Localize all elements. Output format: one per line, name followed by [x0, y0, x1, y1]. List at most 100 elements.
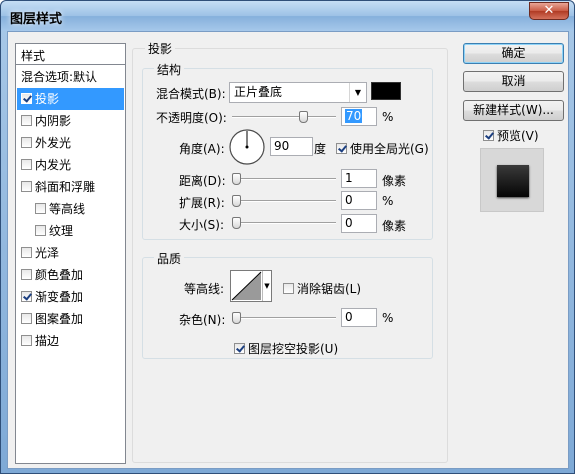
use-global-light-option[interactable]: 使用全局光(G) — [336, 140, 429, 157]
contour-picker[interactable]: ▼ — [230, 270, 272, 302]
preview-label: 预览(V) — [497, 129, 539, 143]
style-enable-checkbox[interactable] — [21, 291, 32, 302]
noise-label: 杂色(N): — [179, 313, 226, 327]
contour-preview-icon — [231, 271, 262, 301]
chevron-down-icon: ▼ — [349, 83, 366, 102]
size-slider-thumb[interactable] — [232, 217, 241, 229]
style-list-item[interactable]: 光泽 — [17, 242, 124, 264]
antialias-option[interactable]: 消除锯齿(L) — [283, 280, 361, 297]
style-list-item[interactable]: 投影 — [17, 88, 124, 110]
style-list-item-label: 内发光 — [35, 158, 72, 172]
noise-slider-thumb[interactable] — [232, 312, 241, 324]
new-style-button[interactable]: 新建样式(W)... — [463, 100, 564, 121]
chevron-down-icon: ▼ — [262, 271, 271, 301]
spread-label: 扩展(R): — [179, 196, 225, 210]
style-enable-checkbox[interactable] — [21, 181, 32, 192]
style-enable-checkbox[interactable] — [21, 313, 32, 324]
noise-slider[interactable] — [232, 312, 336, 324]
size-slider[interactable] — [232, 217, 336, 229]
angle-label: 角度(A): — [179, 142, 225, 156]
style-list-item[interactable]: 内阴影 — [17, 110, 124, 132]
opacity-slider-thumb[interactable] — [298, 111, 308, 123]
blend-mode-select[interactable]: 正片叠底 ▼ — [229, 82, 367, 103]
layer-style-dialog: 图层样式 ✕ 样式 混合选项:默认 投影 内阴影 外发光 内发光 斜面和浮雕 等高线 纹理 光泽… — [0, 0, 575, 474]
opacity-input[interactable]: 70 — [341, 107, 377, 126]
preview-option[interactable]: 预览(V) — [483, 127, 539, 144]
knockout-checkbox[interactable] — [234, 343, 245, 354]
angle-unit: 度 — [314, 142, 327, 156]
distance-label: 距离(D): — [179, 174, 226, 188]
close-button[interactable]: ✕ — [529, 2, 569, 20]
style-enable-checkbox[interactable] — [35, 203, 46, 214]
angle-input[interactable]: 90 — [270, 137, 313, 156]
styles-list: 样式 混合选项:默认 投影内阴影外发光内发光斜面和浮雕等高线纹理光泽颜色叠加渐变叠… — [15, 43, 126, 464]
knockout-option[interactable]: 图层挖空投影(U) — [234, 340, 338, 357]
style-list-item[interactable]: 纹理 — [17, 220, 124, 242]
drop-shadow-group-label: 投影 — [145, 40, 176, 57]
style-enable-checkbox[interactable] — [21, 93, 32, 104]
style-enable-checkbox[interactable] — [21, 335, 32, 346]
style-list-item-label: 内阴影 — [35, 114, 72, 128]
style-list-item[interactable]: 颜色叠加 — [17, 264, 124, 286]
window-title: 图层样式 — [10, 12, 63, 27]
use-global-light-checkbox[interactable] — [336, 143, 347, 154]
style-list-item-label: 外发光 — [35, 136, 72, 150]
style-list-item[interactable]: 描边 — [17, 330, 124, 352]
opacity-label: 不透明度(O): — [156, 111, 227, 125]
preview-swatch — [497, 165, 529, 197]
style-preview-thumbnail — [480, 148, 544, 212]
style-list-item[interactable]: 渐变叠加 — [17, 286, 124, 308]
preview-checkbox[interactable] — [483, 130, 494, 141]
spread-value: 0 — [345, 193, 353, 207]
style-list-item-label: 颜色叠加 — [35, 268, 84, 282]
style-list-item-label: 描边 — [35, 334, 60, 348]
style-enable-checkbox[interactable] — [21, 137, 32, 148]
dialog-body: 样式 混合选项:默认 投影 内阴影 外发光 内发光 斜面和浮雕 等高线 纹理 光泽 颜色叠加 渐变叠… — [7, 31, 569, 469]
cancel-button[interactable]: 取消 — [463, 71, 564, 92]
noise-value: 0 — [345, 310, 353, 324]
style-list-item-label: 光泽 — [35, 246, 60, 260]
style-list-item[interactable]: 外发光 — [17, 132, 124, 154]
style-list-item[interactable]: 斜面和浮雕 — [17, 176, 124, 198]
spread-input[interactable]: 0 — [341, 191, 377, 210]
distance-slider[interactable] — [232, 173, 336, 185]
noise-unit: % — [382, 311, 394, 325]
angle-value: 90 — [274, 139, 290, 153]
style-enable-checkbox[interactable] — [21, 247, 32, 258]
structure-group-label: 结构 — [154, 61, 185, 78]
antialias-label: 消除锯齿(L) — [297, 282, 362, 296]
spread-unit: % — [382, 194, 394, 208]
style-list-item[interactable]: 图案叠加 — [17, 308, 124, 330]
size-input[interactable]: 0 — [341, 214, 377, 233]
style-list-item-label: 等高线 — [49, 202, 86, 216]
style-enable-checkbox[interactable] — [21, 159, 32, 170]
spread-slider-thumb[interactable] — [232, 195, 241, 207]
size-label: 大小(S): — [179, 218, 225, 232]
spread-slider[interactable] — [232, 195, 336, 207]
antialias-checkbox[interactable] — [283, 283, 294, 294]
distance-unit: 像素 — [382, 174, 407, 188]
blend-mode-value: 正片叠底 — [234, 85, 283, 99]
shadow-color-swatch[interactable] — [371, 82, 401, 100]
opacity-value: 70 — [345, 109, 363, 123]
title-bar[interactable]: 图层样式 ✕ — [1, 1, 574, 31]
style-list-item-label: 渐变叠加 — [35, 290, 84, 304]
knockout-label: 图层挖空投影(U) — [248, 342, 339, 356]
ok-button[interactable]: 确定 — [463, 43, 564, 64]
style-list-item[interactable]: 混合选项:默认 — [17, 66, 124, 88]
style-list-item-label: 图案叠加 — [35, 312, 84, 326]
style-enable-checkbox[interactable] — [35, 225, 46, 236]
style-enable-checkbox[interactable] — [21, 115, 32, 126]
distance-slider-thumb[interactable] — [232, 173, 241, 185]
contour-label: 等高线: — [184, 282, 225, 296]
noise-input[interactable]: 0 — [341, 308, 377, 327]
style-list-item-label: 斜面和浮雕 — [35, 180, 96, 194]
angle-dial[interactable] — [228, 128, 266, 166]
styles-list-header[interactable]: 样式 — [16, 44, 125, 65]
opacity-slider[interactable] — [232, 111, 336, 123]
style-list-item[interactable]: 等高线 — [17, 198, 124, 220]
distance-input[interactable]: 1 — [341, 169, 377, 188]
style-enable-checkbox[interactable] — [21, 269, 32, 280]
style-list-item[interactable]: 内发光 — [17, 154, 124, 176]
quality-group-label: 品质 — [154, 250, 185, 267]
